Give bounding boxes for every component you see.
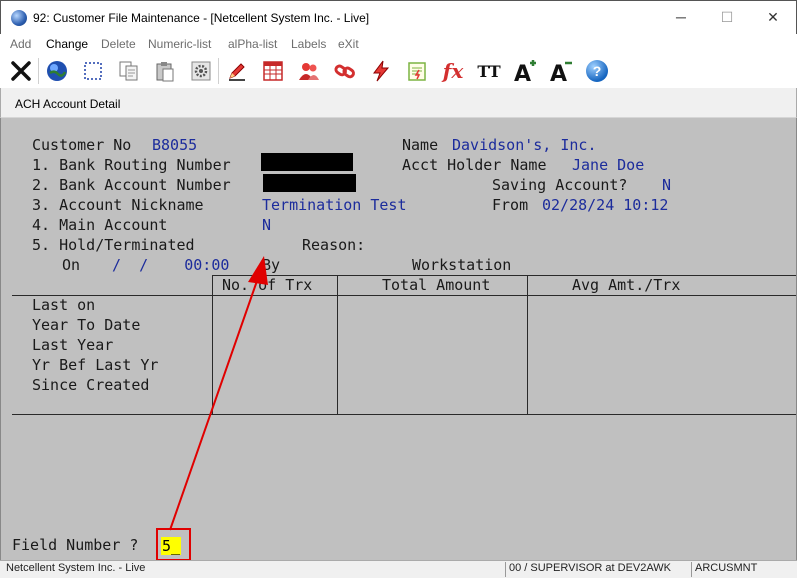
on-value: / / 00:00: [112, 256, 230, 274]
fx-label: fx: [442, 59, 464, 83]
col-header-avg: Avg Amt./Trx: [572, 276, 681, 294]
bank-routing-redacted: [261, 153, 353, 171]
bank-account-redacted: [263, 174, 356, 192]
edit-pencil-icon[interactable]: [224, 58, 250, 84]
minimize-button[interactable]: ─: [658, 1, 704, 34]
font-decrease-icon[interactable]: A: [548, 58, 574, 84]
status-company: Netcellent System Inc. - Live: [6, 562, 146, 574]
col-header-trx: No. of Trx: [222, 276, 313, 294]
hold-terminated-label: 5. Hold/Terminated: [32, 236, 195, 254]
window-title: 92: Customer File Maintenance - [Netcell…: [33, 11, 370, 25]
help-label: ?: [592, 63, 602, 79]
reason-label: Reason:: [302, 236, 366, 254]
maximize-button[interactable]: ☐: [704, 1, 750, 34]
field-number-label: Field Number ?: [12, 536, 139, 554]
tt-label: TT: [477, 61, 501, 81]
acct-holder-value[interactable]: Jane Doe: [572, 155, 644, 175]
font-increase-icon[interactable]: A: [512, 58, 538, 84]
notepad-icon[interactable]: [404, 58, 430, 84]
table-icon[interactable]: [260, 58, 286, 84]
link-icon[interactable]: [332, 58, 358, 84]
bank-routing-label: 1. Bank Routing Number: [32, 156, 231, 174]
toolbar-divider: [218, 58, 219, 84]
globe-icon[interactable]: [44, 58, 70, 84]
toolbar: fx TT A A ?: [0, 54, 797, 89]
customer-no-value[interactable]: B8055: [152, 135, 197, 155]
status-program: ARCUSMNT: [695, 562, 758, 574]
saving-account-value[interactable]: N: [662, 175, 671, 195]
by-label: By: [262, 256, 281, 274]
status-user: 00 / SUPERVISOR at DEV2AWK: [509, 562, 672, 574]
panel-header: ACH Account Detail: [0, 88, 797, 118]
lightning-icon[interactable]: [368, 58, 394, 84]
users-icon[interactable]: [296, 58, 322, 84]
nickname-label: 3. Account Nickname: [32, 196, 204, 214]
svg-text:A: A: [514, 62, 531, 83]
table-col-divider: [337, 275, 338, 414]
app-globe-icon: [11, 10, 27, 26]
table-header-border: [12, 295, 796, 296]
row-label-yr-bef: Yr Bef Last Yr: [32, 356, 159, 374]
field-number-input[interactable]: 5_: [161, 537, 182, 555]
name-label: Name: [402, 136, 439, 154]
saving-account-label: Saving Account?: [492, 176, 628, 194]
menu-add[interactable]: Add: [10, 37, 31, 51]
paste-icon[interactable]: [152, 58, 178, 84]
toolbar-divider: [38, 58, 39, 84]
copy-icon[interactable]: [116, 58, 142, 84]
acct-holder-label: Acct Holder Name: [402, 156, 547, 174]
menu-bar: Add Change Delete Numeric-list alPha-lis…: [0, 34, 797, 54]
table-col-divider: [527, 275, 528, 414]
font-tt-icon[interactable]: TT: [476, 58, 502, 84]
menu-labels[interactable]: Labels: [291, 37, 326, 51]
from-value: 02/28/24 10:12: [542, 196, 669, 214]
status-divider: [505, 562, 506, 577]
table-bottom-border: [12, 414, 796, 415]
name-value[interactable]: Davidson's, Inc.: [452, 135, 597, 155]
row-label-last-on: Last on: [32, 296, 96, 314]
select-rect-icon[interactable]: [80, 58, 106, 84]
panel-title: ACH Account Detail: [15, 97, 121, 111]
terminal-screen: Customer No B8055 Name Davidson's, Inc. …: [0, 118, 797, 560]
close-x-icon[interactable]: [8, 58, 34, 84]
menu-change[interactable]: Change: [46, 37, 88, 51]
title-bar: 92: Customer File Maintenance - [Netcell…: [0, 0, 797, 34]
bank-account-label: 2. Bank Account Number: [32, 176, 231, 194]
workstation-label: Workstation: [412, 256, 512, 274]
menu-delete[interactable]: Delete: [101, 37, 136, 51]
settings-gear-icon[interactable]: [188, 58, 214, 84]
svg-text:A: A: [550, 62, 567, 83]
col-header-total: Total Amount: [382, 276, 491, 294]
row-label-since-created: Since Created: [32, 376, 150, 394]
table-col-divider: [212, 275, 213, 414]
menu-exit[interactable]: eXit: [338, 37, 359, 51]
nickname-value[interactable]: Termination Test: [262, 195, 407, 215]
row-label-last-year: Last Year: [32, 336, 114, 354]
close-button[interactable]: ✕: [750, 1, 796, 34]
from-label: From: [492, 196, 529, 214]
function-fx-icon[interactable]: fx: [440, 58, 466, 84]
help-icon[interactable]: ?: [584, 58, 610, 84]
main-account-value[interactable]: N: [262, 215, 271, 235]
row-label-ytd: Year To Date: [32, 316, 141, 334]
main-account-label: 4. Main Account: [32, 216, 168, 234]
status-bar: Netcellent System Inc. - Live 00 / SUPER…: [0, 560, 797, 578]
customer-no-label: Customer No: [32, 136, 132, 154]
menu-alpha-list[interactable]: alPha-list: [228, 37, 277, 51]
on-label: On: [62, 256, 81, 274]
menu-numeric-list[interactable]: Numeric-list: [148, 37, 211, 51]
status-divider: [691, 562, 692, 577]
